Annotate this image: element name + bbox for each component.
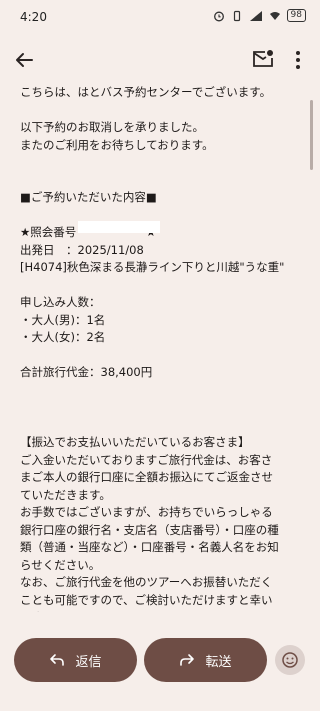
reply-button[interactable]: 返信	[14, 638, 137, 682]
email-line: ★照会番号 ★	[20, 225, 156, 239]
email-line: まご本人の銀行口座に全額お振込にてご返金させ	[20, 470, 273, 484]
forward-button[interactable]: 転送	[144, 638, 267, 682]
email-line: ■ご予約いただいた内容■	[20, 190, 157, 204]
email-line: です。	[20, 609, 308, 612]
wifi-icon	[269, 11, 280, 20]
email-line: ていただきます。	[20, 487, 111, 502]
email-body: こちらは、はとバス予約センターでございます。 以下予約のお取消しを承りました。 また…	[20, 84, 308, 612]
email-line: こちらは、はとバス予約センターでございます。	[20, 85, 272, 99]
vibrate-icon	[233, 10, 240, 21]
reply-icon	[50, 654, 65, 666]
back-button[interactable]	[10, 46, 38, 74]
email-line	[20, 102, 308, 120]
email-line	[20, 417, 308, 435]
forward-label: 転送	[205, 654, 232, 670]
status-time: 4:20	[20, 10, 47, 24]
email-line: 【振込でお支払いいただいているお客さま】	[20, 435, 250, 449]
email-line: またのご利用をお待ちしております。	[20, 137, 214, 152]
status-icons: 98	[213, 9, 306, 22]
scrollbar[interactable]	[310, 100, 313, 170]
more-options-button[interactable]	[286, 46, 310, 74]
alarm-icon	[213, 11, 224, 21]
email-line: ・大人(男)：1名	[20, 312, 106, 327]
email-line: ・大人(女)：2名	[20, 330, 106, 344]
email-line: ご入金いただいておりますご旅行代金は、お客さ	[20, 452, 273, 467]
more-vertical-icon	[296, 51, 300, 69]
email-line: お手数ではございますが、お持ちでいらっしゃる	[20, 505, 273, 519]
arrow-left-icon	[16, 53, 33, 67]
bottom-action-bar: 返信 転送	[0, 620, 320, 711]
email-line: 出発日 ：2025/11/08	[20, 242, 144, 257]
email-line	[20, 154, 308, 172]
signal-icon	[249, 10, 262, 21]
forward-icon	[180, 654, 195, 666]
email-line	[20, 399, 308, 417]
emoji-reaction-button[interactable]	[275, 645, 305, 675]
email-line: らせください。	[20, 557, 101, 572]
email-line: 銀行口座の銀行名・支店名（支店番号）・口座の種	[20, 522, 279, 537]
email-line: なお、ご旅行代金を他のツアーへお振替いただく	[20, 575, 273, 589]
mark-unread-button[interactable]	[251, 47, 275, 71]
status-bar: 4:20 98	[0, 0, 320, 36]
email-line: 類（普通・当座など）・口座番号・名義人名をお知	[20, 540, 279, 554]
emoji-icon	[282, 652, 298, 668]
email-line	[20, 347, 308, 365]
email-line	[20, 172, 308, 190]
battery-indicator: 98	[286, 9, 306, 22]
email-line	[20, 207, 308, 225]
reply-label: 返信	[75, 654, 102, 670]
email-line: ことも可能ですので、ご検討いただけますと幸い	[20, 592, 273, 607]
email-line	[20, 382, 308, 400]
redacted-reference-number	[78, 221, 160, 233]
email-line: [H4074]秋色深まる長瀞ライン下りと川越"うな重"	[20, 260, 285, 274]
email-line: 以下予約のお取消しを承りました。	[20, 120, 204, 134]
email-line	[20, 277, 308, 295]
toolbar	[0, 36, 320, 84]
email-line: 合計旅行代金：38,400円	[20, 365, 153, 379]
email-line: 申し込み人数：	[20, 295, 101, 309]
mark-unread-icon	[253, 50, 273, 67]
